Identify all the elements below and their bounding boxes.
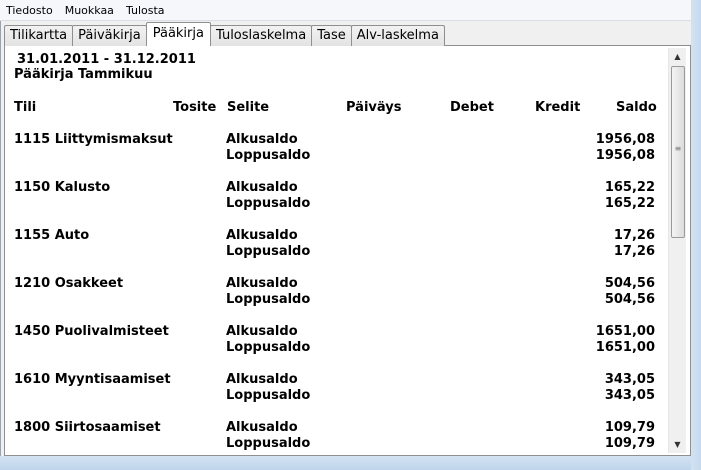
- tab-tilikartta[interactable]: Tilikartta: [4, 25, 74, 46]
- end-balance-label: Loppusaldo: [226, 292, 311, 307]
- start-balance-label: Alkusaldo: [226, 132, 298, 147]
- start-balance-label: Alkusaldo: [226, 372, 298, 387]
- column-header-tosite: Tosite: [173, 100, 217, 115]
- account-row: 1210 Osakkeet Alkusaldo Loppusaldo 504,5…: [6, 276, 666, 324]
- tab-alv-laskelma[interactable]: Alv-laskelma: [350, 25, 445, 46]
- start-balance-value: 17,26: [613, 228, 655, 243]
- account-row: 1155 Auto Alkusaldo Loppusaldo 17,26 17,…: [6, 228, 666, 276]
- end-balance-label: Loppusaldo: [226, 340, 311, 355]
- menu-bar: Tiedosto Muokkaa Tulosta: [0, 0, 691, 21]
- scrollbar-thumb[interactable]: ≡: [671, 66, 685, 238]
- window-frame-bottom: [0, 456, 691, 470]
- end-balance-value: 504,56: [604, 292, 655, 307]
- start-balance-label: Alkusaldo: [226, 228, 298, 243]
- account-name: 1115 Liittymismaksut: [14, 132, 173, 147]
- account-row: 1800 Siirtosaamiset Alkusaldo Loppusaldo…: [6, 420, 666, 454]
- column-header-tili: Tili: [14, 100, 37, 115]
- end-balance-label: Loppusaldo: [226, 196, 311, 211]
- start-balance-value: 504,56: [604, 276, 655, 291]
- menu-item-tiedosto[interactable]: Tiedosto: [0, 4, 59, 17]
- end-balance-label: Loppusaldo: [226, 436, 311, 451]
- start-balance-value: 343,05: [604, 372, 655, 387]
- account-name: 1210 Osakkeet: [14, 276, 124, 291]
- window-frame-right: [691, 0, 701, 470]
- account-row: 1450 Puolivalmisteet Alkusaldo Loppusald…: [6, 324, 666, 372]
- tab-paakirja[interactable]: Pääkirja: [145, 22, 211, 46]
- scroll-up-icon[interactable]: ▲: [669, 48, 686, 65]
- ledger-report: 31.01.2011 - 31.12.2011 Pääkirja Tammiku…: [6, 48, 666, 454]
- account-row: 1610 Myyntisaamiset Alkusaldo Loppusaldo…: [6, 372, 666, 420]
- end-balance-value: 1651,00: [595, 340, 655, 355]
- end-balance-value: 17,26: [613, 244, 655, 259]
- scroll-down-icon[interactable]: ▼: [669, 436, 686, 453]
- account-name: 1155 Auto: [14, 228, 90, 243]
- column-header-kredit: Kredit: [535, 100, 581, 115]
- account-name: 1450 Puolivalmisteet: [14, 324, 169, 339]
- account-name: 1800 Siirtosaamiset: [14, 420, 161, 435]
- end-balance-value: 165,22: [604, 196, 655, 211]
- start-balance-value: 1956,08: [595, 132, 655, 147]
- start-balance-label: Alkusaldo: [226, 324, 298, 339]
- menu-item-muokkaa[interactable]: Muokkaa: [59, 4, 120, 17]
- tab-tuloslaskelma[interactable]: Tuloslaskelma: [209, 25, 313, 46]
- end-balance-value: 1956,08: [595, 148, 655, 163]
- end-balance-value: 343,05: [604, 388, 655, 403]
- end-balance-label: Loppusaldo: [226, 148, 311, 163]
- end-balance-label: Loppusaldo: [226, 244, 311, 259]
- column-header-paivays: Päiväys: [346, 100, 402, 115]
- start-balance-label: Alkusaldo: [226, 276, 298, 291]
- column-header-selite: Selite: [227, 100, 270, 115]
- end-balance-label: Loppusaldo: [226, 388, 311, 403]
- account-row: 1150 Kalusto Alkusaldo Loppusaldo 165,22…: [6, 180, 666, 228]
- end-balance-value: 109,79: [604, 436, 655, 451]
- tab-tase[interactable]: Tase: [311, 25, 352, 46]
- start-balance-value: 109,79: [604, 420, 655, 435]
- column-header-saldo: Saldo: [616, 100, 657, 115]
- tab-paivakirja[interactable]: Päiväkirja: [72, 25, 147, 46]
- start-balance-label: Alkusaldo: [226, 180, 298, 195]
- report-title: Pääkirja Tammikuu: [14, 67, 153, 82]
- start-balance-value: 1651,00: [595, 324, 655, 339]
- tab-strip: Tilikartta Päiväkirja Pääkirja Tuloslask…: [4, 22, 445, 46]
- column-header-debet: Debet: [450, 100, 494, 115]
- account-name: 1150 Kalusto: [14, 180, 111, 195]
- account-row: 1115 Liittymismaksut Alkusaldo Loppusald…: [6, 132, 666, 180]
- vertical-scrollbar[interactable]: ▲ ≡ ▼: [668, 48, 686, 453]
- grip-lines-icon: ≡: [674, 144, 682, 153]
- report-date-range: 31.01.2011 - 31.12.2011: [17, 52, 196, 67]
- menu-item-tulosta[interactable]: Tulosta: [120, 4, 171, 17]
- account-name: 1610 Myyntisaamiset: [14, 372, 171, 387]
- start-balance-value: 165,22: [604, 180, 655, 195]
- start-balance-label: Alkusaldo: [226, 420, 298, 435]
